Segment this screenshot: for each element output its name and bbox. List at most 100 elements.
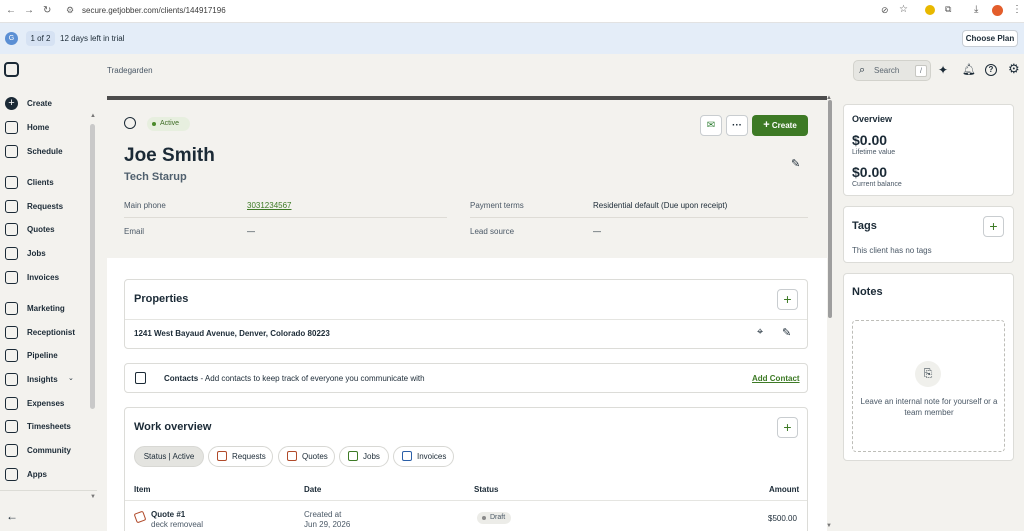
sidebar-item-label: Insights: [27, 375, 58, 384]
edit-pencil-icon[interactable]: ✎: [791, 157, 800, 170]
main-phone-link[interactable]: 3031234567: [247, 201, 292, 210]
choose-plan-button[interactable]: Choose Plan: [962, 30, 1018, 47]
tab-status-active[interactable]: Status | Active: [134, 446, 204, 467]
tab-requests[interactable]: Requests: [208, 446, 273, 467]
sidebar-item-label: Schedule: [27, 147, 63, 156]
sidebar-item-requests[interactable]: Requests: [0, 197, 90, 217]
notes-dropzone[interactable]: ⎘ Leave an internal note for yourself or…: [852, 320, 1005, 452]
collapse-sidebar-icon[interactable]: ←: [6, 509, 18, 523]
tags-card: Tags + This client has no tags: [843, 206, 1014, 263]
scroll-up-icon[interactable]: ▲: [90, 113, 96, 119]
sidebar-item-timesheets[interactable]: Timesheets: [0, 417, 90, 437]
reload-icon[interactable]: ↻: [43, 5, 51, 16]
property-address[interactable]: 1241 West Bayaud Avenue, Denver, Colorad…: [134, 329, 330, 338]
tab-quotes[interactable]: Quotes: [278, 446, 335, 467]
plus-icon: +: [763, 119, 770, 131]
overview-title: Overview: [852, 114, 893, 124]
current-balance-label: Current balance: [852, 181, 902, 188]
sidebar-item-home[interactable]: Home: [0, 118, 90, 138]
forward-icon[interactable]: →: [24, 5, 34, 16]
contacts-text: Contacts - Add contacts to keep track of…: [164, 374, 425, 383]
download-icon[interactable]: ⤓: [974, 4, 978, 15]
client-company: Tech Starup: [124, 171, 187, 183]
lifetime-value: $0.00: [852, 132, 888, 148]
trial-step-pill[interactable]: 1 of 2: [26, 31, 55, 46]
more-actions-button[interactable]: ···: [726, 115, 748, 136]
sidebar-item-insights[interactable]: Insights ⌄: [0, 370, 90, 390]
search-icon: ⌕: [859, 64, 866, 76]
trial-days-text: 12 days left in trial: [60, 34, 125, 43]
sidebar-item-expenses[interactable]: Expenses: [0, 394, 90, 414]
sidebar-item-label: Expenses: [27, 399, 65, 408]
sidebar-item-pipeline[interactable]: Pipeline: [0, 346, 90, 366]
add-contact-link[interactable]: Add Contact: [752, 374, 800, 383]
eye-off-icon[interactable]: ⊘: [881, 5, 889, 16]
sidebar-item-label: Invoices: [27, 273, 60, 282]
puzzle-icon[interactable]: ⧉: [945, 4, 951, 15]
add-property-button[interactable]: +: [777, 289, 798, 310]
create-button[interactable]: + Create: [752, 115, 808, 136]
map-pin-icon[interactable]: ⌖: [757, 326, 763, 339]
sidebar-item-schedule[interactable]: Schedule: [0, 142, 90, 162]
menu-kebab-icon[interactable]: ⋮: [1012, 4, 1022, 15]
row-item-sub: deck removeal: [151, 520, 204, 529]
sidebar-item-quotes[interactable]: Quotes: [0, 220, 90, 240]
sidebar-item-create[interactable]: + Create: [0, 94, 90, 114]
help-icon[interactable]: ?: [985, 64, 997, 76]
scroll-up-icon[interactable]: ▲: [826, 95, 832, 101]
status-badge-label: Draft: [490, 514, 506, 521]
tab-invoices[interactable]: Invoices: [393, 446, 454, 467]
more-dots-icon: ···: [732, 120, 742, 131]
add-tag-button[interactable]: +: [983, 216, 1004, 237]
sidebar-item-marketing[interactable]: Marketing: [0, 299, 90, 319]
requests-icon: [5, 200, 18, 213]
sidebar-item-community[interactable]: Community: [0, 441, 90, 461]
back-icon[interactable]: ←: [6, 5, 16, 16]
address-bar[interactable]: ⚙ secure.getjobber.com/clients/144917196: [61, 3, 881, 20]
tab-label: Invoices: [417, 452, 447, 461]
scroll-down-icon[interactable]: ▼: [90, 494, 96, 500]
envelope-icon: ✉: [706, 120, 716, 131]
edit-pencil-icon[interactable]: ✎: [782, 326, 791, 339]
jobs-icon: [5, 247, 18, 260]
row-date: Jun 29, 2026: [304, 520, 351, 529]
row-amount: $500.00: [768, 514, 797, 523]
sidebar-item-receptionist[interactable]: Receptionist: [0, 323, 90, 343]
sidebar-item-invoices[interactable]: Invoices: [0, 268, 90, 288]
plus-icon: +: [783, 419, 792, 435]
column-header-status[interactable]: Status: [474, 485, 498, 494]
bookmark-star-icon[interactable]: ☆: [899, 4, 908, 15]
breadcrumb[interactable]: Tradegarden: [107, 66, 153, 75]
main-phone-label: Main phone: [124, 201, 166, 210]
chevron-down-icon[interactable]: ⌄: [68, 374, 74, 382]
divider: [125, 319, 807, 320]
notes-card: Notes ⎘ Leave an internal note for yours…: [843, 273, 1014, 461]
sidebar-item-apps[interactable]: Apps: [0, 465, 90, 485]
invoices-icon: [5, 271, 18, 284]
plus-icon: +: [783, 291, 792, 307]
email-button[interactable]: ✉: [700, 115, 722, 136]
extension-icon[interactable]: [925, 5, 935, 15]
bell-icon[interactable]: 🔔︎: [962, 63, 976, 76]
sidebar-scrollbar[interactable]: [90, 124, 95, 409]
quotes-icon: [287, 450, 297, 461]
table-row[interactable]: Quote #1 deck removeal Created at Jun 29…: [125, 501, 807, 531]
ai-sparkle-icon[interactable]: ✦: [938, 63, 948, 77]
add-work-button[interactable]: +: [777, 417, 798, 438]
search-input[interactable]: ⌕ Search /: [853, 60, 931, 81]
divider: [124, 217, 447, 218]
sidebar-item-clients[interactable]: Clients: [0, 173, 90, 193]
gear-icon[interactable]: ⚙: [1008, 61, 1020, 77]
scroll-down-icon[interactable]: ▼: [826, 523, 832, 529]
column-header-date[interactable]: Date: [304, 485, 321, 494]
profile-avatar[interactable]: [992, 5, 1003, 16]
lead-source-label: Lead source: [470, 227, 515, 236]
column-header-amount[interactable]: Amount: [769, 485, 799, 494]
site-info-icon[interactable]: ⚙: [66, 5, 74, 16]
tab-jobs[interactable]: Jobs: [339, 446, 389, 467]
main-scrollbar[interactable]: [828, 100, 832, 318]
column-header-item[interactable]: Item: [134, 485, 150, 494]
sidebar-item-jobs[interactable]: Jobs: [0, 244, 90, 264]
sidebar-item-label: Pipeline: [27, 351, 58, 360]
jobber-logo-icon[interactable]: [4, 62, 19, 77]
